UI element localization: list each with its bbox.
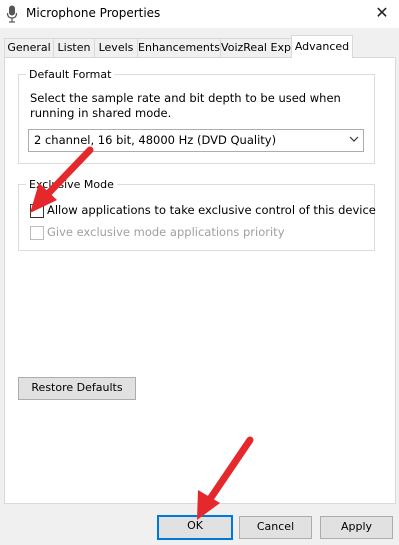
tab-advanced[interactable]: Advanced (291, 35, 353, 58)
tab-label: Levels (98, 41, 134, 54)
apply-button[interactable]: Apply (320, 516, 393, 539)
title-bar: Microphone Properties ✕ (0, 0, 399, 28)
tab-levels[interactable]: Levels (94, 38, 138, 57)
tab-label: Advanced (294, 40, 350, 53)
tab-label: General (7, 41, 51, 54)
tab-voizreal-exp[interactable]: VoizReal Exp (220, 38, 292, 57)
exclusive-priority-label[interactable]: Give exclusive mode applications priorit… (47, 225, 285, 239)
default-format-dropdown[interactable]: 2 channel, 16 bit, 48000 Hz (DVD Quality… (28, 129, 364, 152)
ok-label: OK (187, 519, 203, 532)
cancel-button[interactable]: Cancel (239, 516, 312, 539)
chevron-down-icon (349, 136, 359, 142)
close-button[interactable]: ✕ (371, 2, 393, 24)
tab-label: Enhancements (138, 41, 220, 54)
apply-label: Apply (340, 520, 373, 533)
cancel-label: Cancel (256, 520, 295, 533)
exclusive-priority-checkbox[interactable] (30, 226, 44, 240)
ok-button[interactable]: OK (157, 515, 233, 540)
restore-defaults-label: Restore Defaults (31, 381, 123, 394)
tab-label: VoizReal Exp (221, 41, 291, 54)
restore-defaults-button[interactable]: Restore Defaults (18, 377, 136, 400)
tab-label: Listen (57, 41, 91, 54)
allow-exclusive-checkbox[interactable] (30, 204, 44, 218)
exclusive-mode-group: Exclusive Mode (18, 178, 375, 251)
default-format-instructions: Select the sample rate and bit depth to … (30, 91, 341, 120)
window-title: Microphone Properties (26, 6, 161, 20)
tab-general[interactable]: General (4, 38, 54, 57)
default-format-value: 2 channel, 16 bit, 48000 Hz (DVD Quality… (34, 133, 277, 147)
tab-enhancements[interactable]: Enhancements (137, 38, 221, 57)
close-icon: ✕ (375, 3, 389, 22)
exclusive-mode-legend: Exclusive Mode (26, 178, 117, 191)
allow-exclusive-label[interactable]: Allow applications to take exclusive con… (47, 203, 376, 217)
microphone-icon (6, 5, 18, 23)
tab-listen[interactable]: Listen (53, 38, 95, 57)
default-format-legend: Default Format (26, 68, 115, 81)
